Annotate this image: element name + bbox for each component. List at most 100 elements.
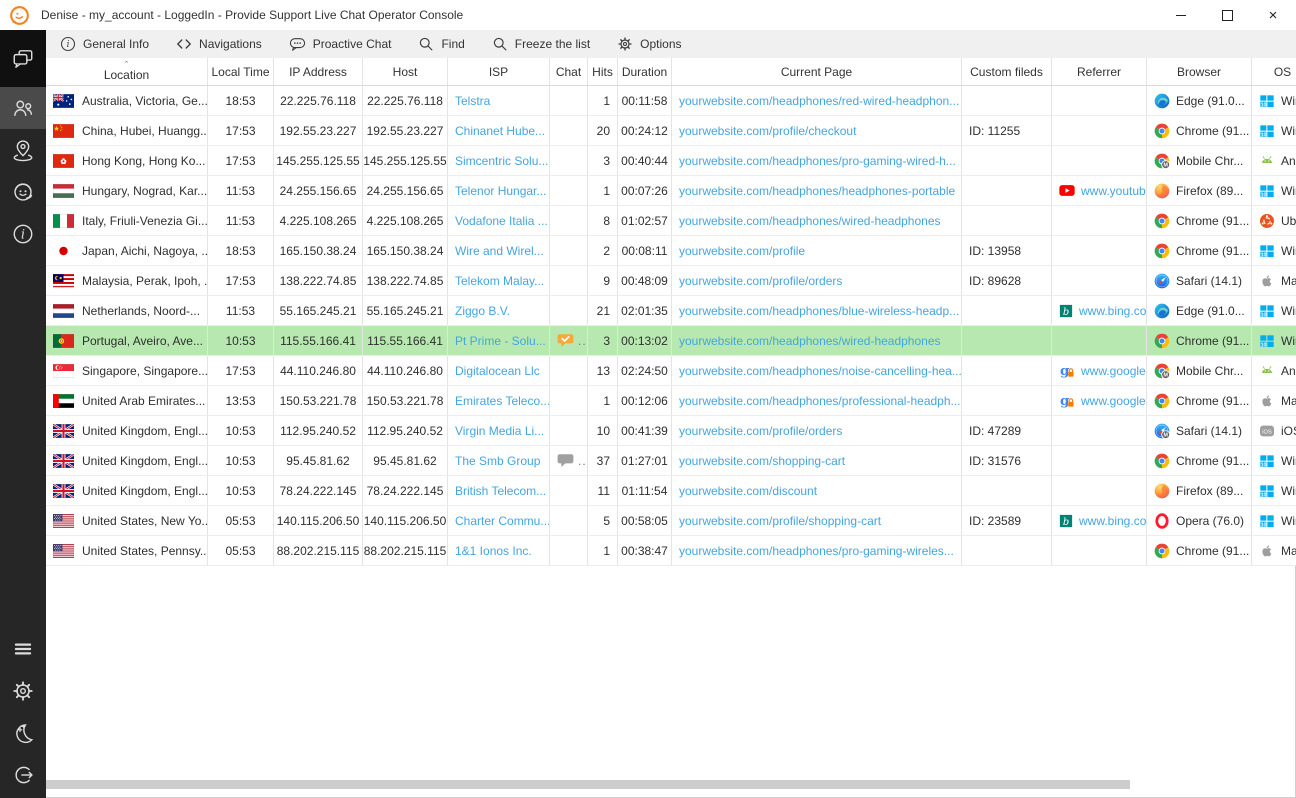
column-header-location[interactable]: ˆLocation: [46, 58, 208, 85]
column-header-referrer[interactable]: Referrer: [1052, 58, 1147, 85]
column-header-custom[interactable]: Custom fileds: [962, 58, 1052, 85]
hits-count: 1: [603, 184, 610, 198]
table-row[interactable]: Malaysia, Perak, Ipoh, ...17:53138.222.7…: [46, 266, 1296, 296]
toolbar-item-options[interactable]: Options: [617, 36, 681, 52]
table-row[interactable]: Italy, Friuli-Venezia Gi...11:534.225.10…: [46, 206, 1296, 236]
current-page-link[interactable]: yourwebsite.com/headphones/red-wired-hea…: [679, 94, 959, 108]
sidebar-item-settings[interactable]: [0, 670, 46, 712]
horizontal-scrollbar-thumb[interactable]: [46, 780, 1130, 789]
sidebar-item-geo[interactable]: [0, 129, 46, 171]
column-header-chat[interactable]: Chat: [550, 58, 588, 85]
current-page-link[interactable]: yourwebsite.com/profile/orders: [679, 424, 842, 438]
referrer-link[interactable]: www.google...: [1081, 394, 1147, 408]
sidebar-item-theme[interactable]: [0, 712, 46, 754]
current-page-link[interactable]: yourwebsite.com/headphones/blue-wireless…: [679, 304, 959, 318]
table-row[interactable]: United Kingdom, Engl...10:5378.24.222.14…: [46, 476, 1296, 506]
isp-link[interactable]: Virgin Media Li...: [455, 424, 544, 438]
toolbar-item-proactive-chat[interactable]: Proactive Chat: [289, 36, 392, 52]
referrer-link[interactable]: www.bing.co...: [1079, 514, 1147, 528]
isp-link[interactable]: Digitalocean Llc: [455, 364, 540, 378]
referrer-link[interactable]: www.bing.co...: [1079, 304, 1147, 318]
table-row[interactable]: Portugal, Aveiro, Ave...10:53115.55.166.…: [46, 326, 1296, 356]
isp-link[interactable]: The Smb Group: [455, 454, 540, 468]
table-row[interactable]: United Kingdom, Engl...10:5395.45.81.629…: [46, 446, 1296, 476]
isp-link[interactable]: Pt Prime - Solu...: [455, 334, 546, 348]
cell-custom: [962, 536, 1052, 565]
toolbar-item-freeze-the-list[interactable]: Freeze the list: [492, 36, 590, 52]
isp-link[interactable]: Telekom Malay...: [455, 274, 544, 288]
column-header-host[interactable]: Host: [363, 58, 448, 85]
table-row[interactable]: Japan, Aichi, Nagoya, ...18:53165.150.38…: [46, 236, 1296, 266]
table-row[interactable]: Hungary, Nograd, Kar...11:5324.255.156.6…: [46, 176, 1296, 206]
current-page-link[interactable]: yourwebsite.com/shopping-cart: [679, 454, 845, 468]
table-row[interactable]: Hong Kong, Hong Ko...17:53145.255.125.55…: [46, 146, 1296, 176]
referrer-link[interactable]: www.google...: [1081, 364, 1147, 378]
column-header-os[interactable]: OS: [1252, 58, 1296, 85]
column-header-isp[interactable]: ISP: [448, 58, 550, 85]
location-text: United Kingdom, Engl...: [82, 454, 208, 468]
cell-ip: 150.53.221.78: [274, 386, 363, 415]
isp-link[interactable]: Vodafone Italia ...: [455, 214, 548, 228]
toolbar-item-general-info[interactable]: iGeneral Info: [60, 36, 149, 52]
current-page-link[interactable]: yourwebsite.com/headphones/noise-cancell…: [679, 364, 962, 378]
column-header-page[interactable]: Current Page: [672, 58, 962, 85]
toolbar-item-find[interactable]: Find: [418, 36, 464, 52]
sidebar-item-logout[interactable]: [0, 754, 46, 796]
sidebar-item-operator[interactable]: [0, 171, 46, 213]
column-header-hits[interactable]: Hits: [588, 58, 618, 85]
table-row[interactable]: United States, New Yo...05:53140.115.206…: [46, 506, 1296, 536]
isp-link[interactable]: Chinanet Hube...: [455, 124, 545, 138]
current-page-link[interactable]: yourwebsite.com/profile/shopping-cart: [679, 514, 881, 528]
cell-hits: 1: [588, 536, 618, 565]
isp-link[interactable]: Charter Commu...: [455, 514, 550, 528]
toolbar-item-navigations[interactable]: Navigations: [176, 36, 262, 52]
column-header-browser[interactable]: Browser: [1147, 58, 1252, 85]
table-row[interactable]: Australia, Victoria, Ge...18:5322.225.76…: [46, 86, 1296, 116]
current-page-link[interactable]: yourwebsite.com/profile: [679, 244, 805, 258]
sidebar-item-info[interactable]: i: [0, 213, 46, 255]
isp-link[interactable]: Ziggo B.V.: [455, 304, 510, 318]
isp-link[interactable]: Emirates Teleco...: [455, 394, 550, 408]
current-page-link[interactable]: yourwebsite.com/headphones/pro-gaming-wi…: [679, 544, 954, 558]
maximize-button[interactable]: [1204, 0, 1250, 30]
table-row[interactable]: China, Hubei, Huangg...17:53192.55.23.22…: [46, 116, 1296, 146]
minimize-button[interactable]: [1158, 0, 1204, 30]
current-page-link[interactable]: yourwebsite.com/headphones/headphones-po…: [679, 184, 955, 198]
column-header-ip[interactable]: IP Address: [274, 58, 363, 85]
table-row[interactable]: United States, Pennsy...05:5388.202.215.…: [46, 536, 1296, 566]
table-row[interactable]: United Kingdom, Engl...10:53112.95.240.5…: [46, 416, 1296, 446]
current-page-link[interactable]: yourwebsite.com/headphones/wired-headpho…: [679, 214, 941, 228]
close-button[interactable]: ×: [1250, 0, 1296, 30]
isp-link[interactable]: 1&1 Ionos Inc.: [455, 544, 532, 558]
flag-my-icon: [53, 274, 74, 288]
browser-label: Chrome (91...: [1176, 454, 1249, 468]
table-row[interactable]: Singapore, Singapore...17:5344.110.246.8…: [46, 356, 1296, 386]
svg-text:10: 10: [1261, 192, 1267, 198]
current-page-link[interactable]: yourwebsite.com/discount: [679, 484, 817, 498]
svg-text:g: g: [1060, 393, 1069, 409]
isp-link[interactable]: Simcentric Solu...: [455, 154, 548, 168]
isp-link[interactable]: Telenor Hungar...: [455, 184, 546, 198]
isp-link[interactable]: Telstra: [455, 94, 490, 108]
sidebar-item-menu[interactable]: [0, 628, 46, 670]
sidebar: i: [0, 30, 46, 798]
isp-link[interactable]: Wire and Wirel...: [455, 244, 544, 258]
browser-label: Safari (14.1): [1176, 424, 1242, 438]
current-page-link[interactable]: yourwebsite.com/profile/orders: [679, 274, 842, 288]
sidebar-item-visitors[interactable]: [0, 87, 46, 129]
column-header-duration[interactable]: Duration: [618, 58, 672, 85]
current-page-link[interactable]: yourwebsite.com/profile/checkout: [679, 124, 856, 138]
current-page-link[interactable]: yourwebsite.com/headphones/pro-gaming-wi…: [679, 154, 956, 168]
browser-label: Chrome (91...: [1176, 244, 1249, 258]
cell-os: 10Win: [1252, 86, 1296, 115]
sidebar-item-chats[interactable]: [0, 30, 46, 87]
column-header-time[interactable]: Local Time: [208, 58, 274, 85]
current-page-link[interactable]: yourwebsite.com/headphones/professional-…: [679, 394, 961, 408]
referrer-link[interactable]: www.youtub...: [1081, 184, 1147, 198]
table-row[interactable]: United Arab Emirates...13:53150.53.221.7…: [46, 386, 1296, 416]
isp-link[interactable]: British Telecom...: [455, 484, 546, 498]
win10-os-icon: 10: [1259, 93, 1275, 109]
current-page-link[interactable]: yourwebsite.com/headphones/wired-headpho…: [679, 334, 941, 348]
table-row[interactable]: Netherlands, Noord-...11:5355.165.245.21…: [46, 296, 1296, 326]
host: 165.150.38.24: [367, 244, 444, 258]
